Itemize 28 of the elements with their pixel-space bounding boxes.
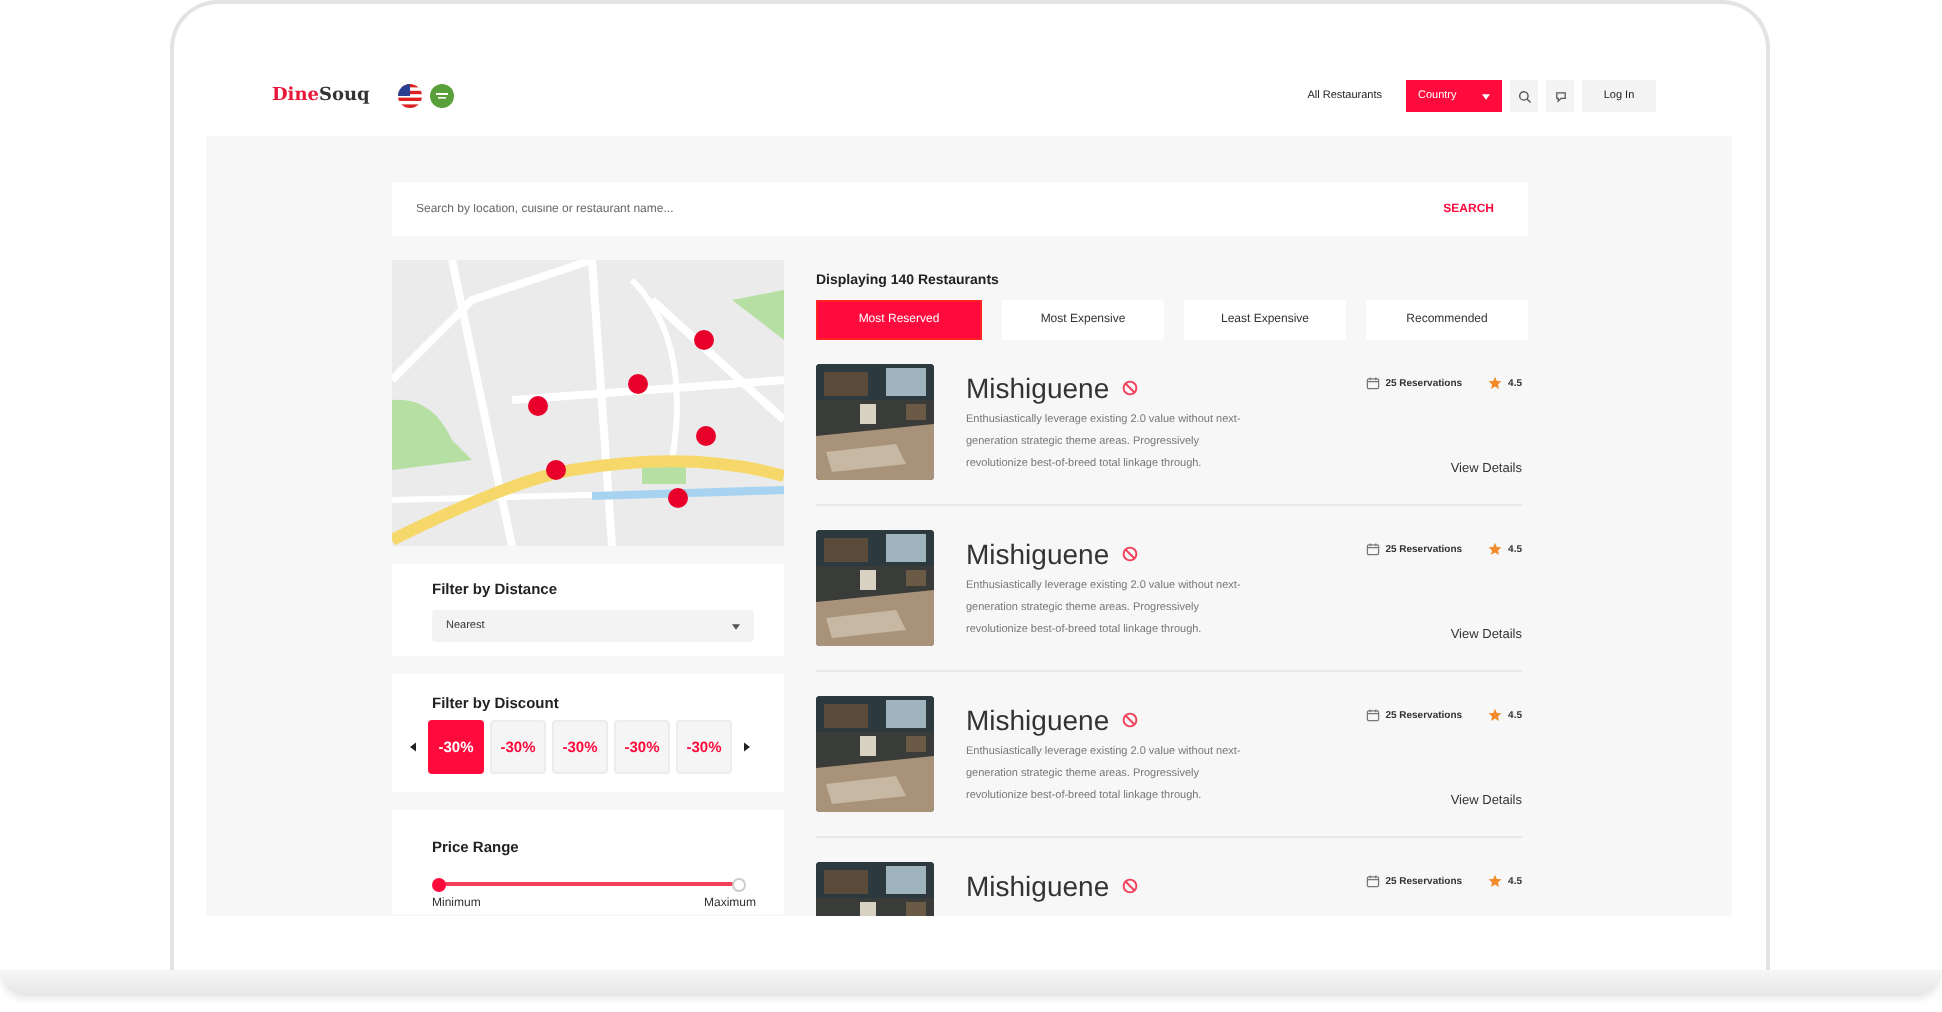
calendar-icon — [1365, 708, 1380, 722]
calendar-icon — [1365, 542, 1380, 556]
next-icon[interactable] — [744, 742, 750, 752]
star-icon — [1488, 542, 1503, 556]
search-icon — [1517, 89, 1531, 103]
star-icon — [1488, 376, 1503, 390]
no-sign-icon — [1121, 546, 1138, 562]
star-icon — [1488, 708, 1503, 722]
restaurant-name[interactable]: Mishiguene — [966, 538, 1110, 570]
flag-icon[interactable] — [397, 84, 422, 108]
slider-handle[interactable] — [731, 877, 745, 891]
chat-icon — [1553, 89, 1567, 103]
logo[interactable]: DineSouq — [272, 86, 370, 106]
calendar-icon — [1365, 376, 1380, 390]
restaurant-name[interactable]: Mishiguene — [966, 870, 1110, 902]
no-sign-icon — [1121, 712, 1138, 728]
no-sign-icon — [1121, 380, 1138, 396]
slider-handle[interactable] — [431, 877, 445, 891]
caret-icon — [1482, 93, 1490, 99]
chat-button[interactable] — [1546, 80, 1574, 112]
star-icon — [1488, 874, 1503, 888]
restaurant-name[interactable]: Mishiguene — [966, 372, 1110, 404]
previous-icon[interactable] — [410, 742, 416, 752]
calendar-icon — [1365, 874, 1380, 888]
caret-icon — [732, 623, 740, 629]
no-sign-icon — [1121, 878, 1138, 894]
search-button[interactable] — [1510, 80, 1538, 112]
restaurant-name[interactable]: Mishiguene — [966, 704, 1110, 736]
